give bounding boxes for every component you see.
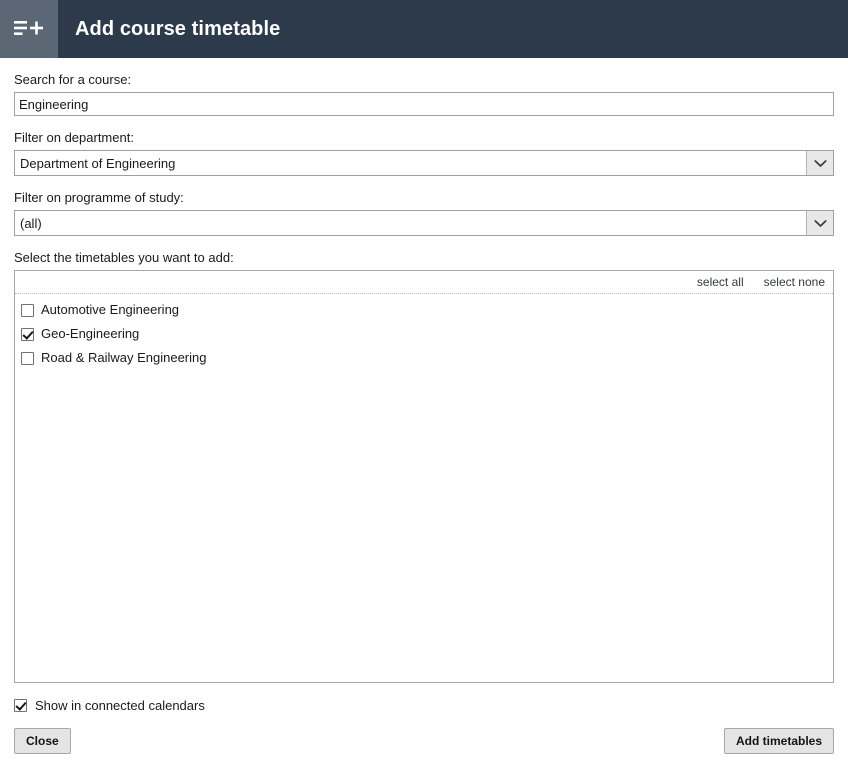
- form-area: Search for a course: Filter on departmen…: [0, 72, 848, 754]
- timetable-list: Automotive Engineering Geo-Engineering R…: [15, 294, 833, 682]
- department-label: Filter on department:: [14, 130, 134, 145]
- list-item[interactable]: Automotive Engineering: [15, 298, 833, 322]
- timetable-checkbox[interactable]: [21, 303, 34, 317]
- select-none-link[interactable]: select none: [764, 275, 825, 289]
- timetable-checkbox[interactable]: [21, 327, 34, 341]
- programme-select[interactable]: (all): [14, 210, 834, 236]
- timetables-label: Select the timetables you want to add:: [14, 250, 234, 265]
- timetable-listbox: select all select none Automotive Engine…: [14, 270, 834, 683]
- list-item[interactable]: Geo-Engineering: [15, 322, 833, 346]
- show-in-connected-calendars-checkbox[interactable]: [14, 699, 27, 712]
- list-item-label: Automotive Engineering: [41, 302, 180, 317]
- show-in-connected-calendars-row[interactable]: Show in connected calendars: [14, 698, 834, 713]
- button-row: Close Add timetables: [14, 728, 834, 754]
- page-title: Add course timetable: [75, 17, 281, 40]
- department-select[interactable]: Department of Engineering: [14, 150, 834, 176]
- add-timetables-button[interactable]: Add timetables: [723, 728, 834, 754]
- list-item-label: Geo-Engineering: [41, 326, 140, 341]
- chevron-down-icon[interactable]: [806, 151, 833, 175]
- search-label: Search for a course:: [14, 72, 132, 87]
- chevron-down-icon[interactable]: [806, 211, 833, 235]
- select-all-link[interactable]: select all: [697, 275, 744, 289]
- timetable-checkbox[interactable]: [21, 351, 34, 365]
- list-plus-icon: [14, 18, 44, 41]
- department-select-value: Department of Engineering: [20, 155, 176, 171]
- close-button[interactable]: Close: [14, 728, 71, 754]
- titlebar-icon-button[interactable]: [0, 0, 58, 58]
- show-in-connected-calendars-label: Show in connected calendars: [35, 698, 205, 713]
- programme-select-value: (all): [20, 215, 42, 231]
- list-item-label: Road & Railway Engineering: [41, 350, 207, 365]
- listbox-header: select all select none: [15, 271, 833, 294]
- programme-label: Filter on programme of study:: [14, 190, 184, 205]
- titlebar: Add course timetable: [0, 0, 848, 58]
- search-input[interactable]: [14, 92, 834, 116]
- list-item[interactable]: Road & Railway Engineering: [15, 346, 833, 370]
